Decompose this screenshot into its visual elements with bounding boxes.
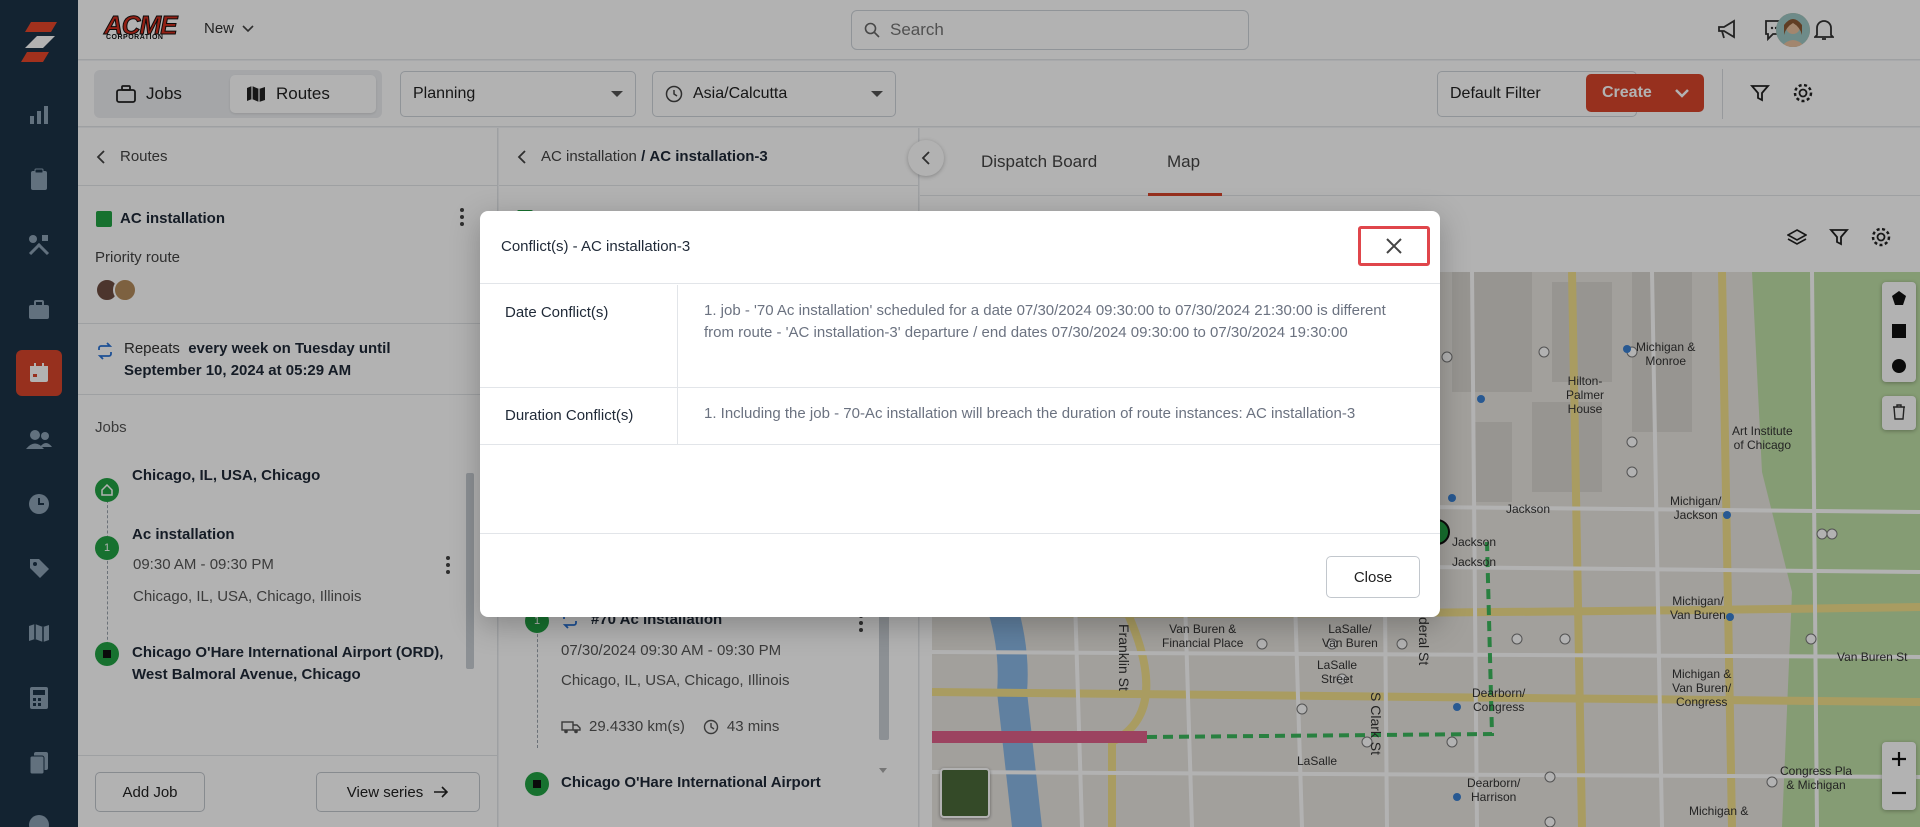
conflict-type: Date Conflict(s) xyxy=(505,304,609,321)
dialog-title: Conflict(s) - AC installation-3 xyxy=(501,238,691,255)
conflicts-table: Date Conflict(s) 1. job - '70 Ac install… xyxy=(480,285,1440,445)
close-icon xyxy=(1386,238,1402,254)
close-dialog-button[interactable] xyxy=(1358,226,1430,266)
dialog-footer: Close xyxy=(480,533,1440,617)
table-row: Duration Conflict(s) 1. Including the jo… xyxy=(480,388,1440,445)
conflicts-dialog: Conflict(s) - AC installation-3 Date Con… xyxy=(480,211,1440,617)
conflict-detail: 1. Including the job - 70-Ac installatio… xyxy=(704,405,1356,422)
table-row: Date Conflict(s) 1. job - '70 Ac install… xyxy=(480,285,1440,388)
conflict-type: Duration Conflict(s) xyxy=(505,407,634,424)
close-button[interactable]: Close xyxy=(1326,556,1420,598)
dialog-header: Conflict(s) - AC installation-3 xyxy=(480,211,1440,284)
divider xyxy=(677,388,678,444)
divider xyxy=(677,285,678,387)
conflict-detail: 1. job - '70 Ac installation' scheduled … xyxy=(704,302,1386,341)
